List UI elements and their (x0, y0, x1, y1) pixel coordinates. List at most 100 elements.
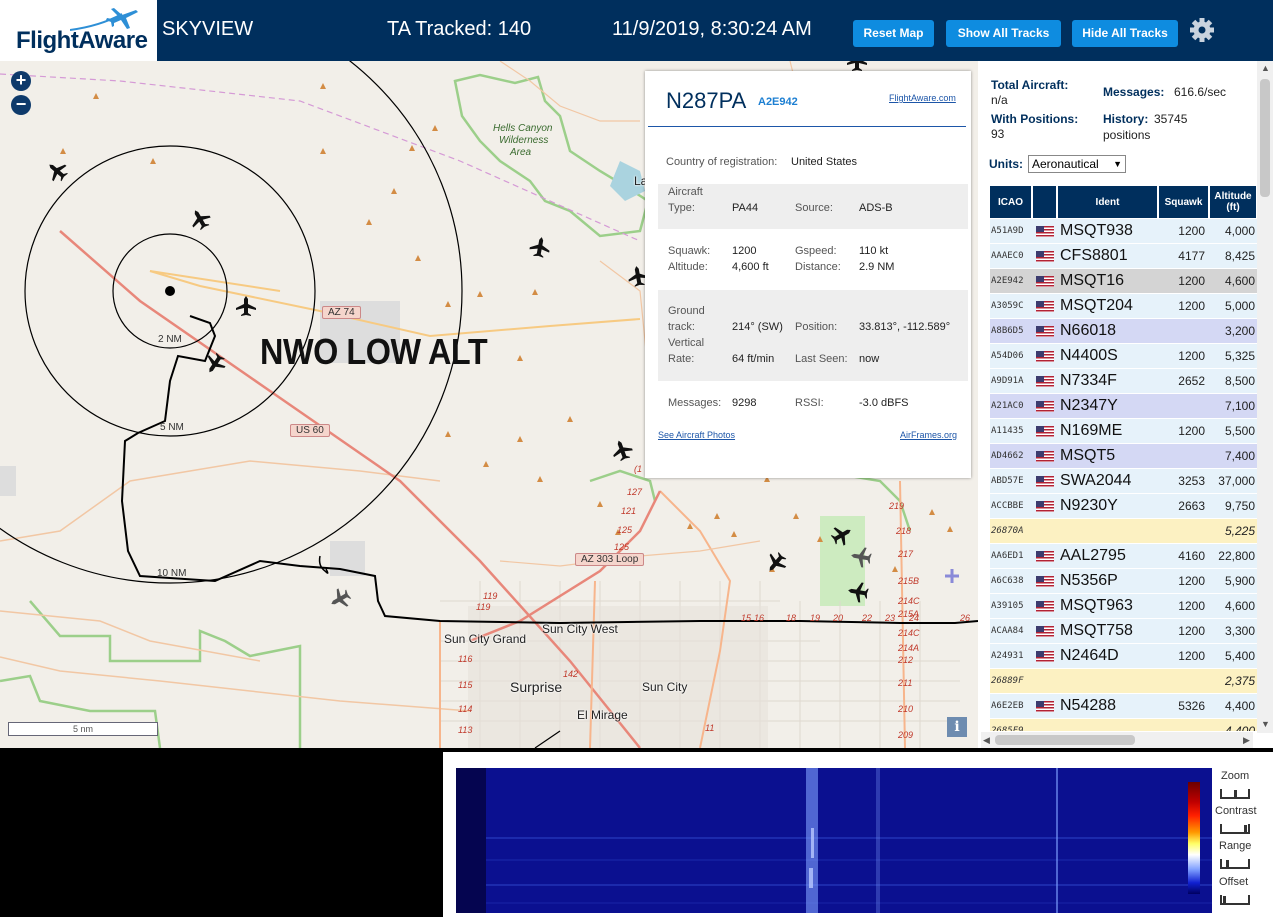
history-count: 35745 (1154, 112, 1188, 126)
airframes-link[interactable]: AirFrames.org (900, 430, 957, 440)
table-row[interactable]: AAAEC0 CFS8801 4177 8,425 (990, 244, 1257, 269)
table-row[interactable]: 26870A 5,225 (990, 519, 1257, 544)
zoom-in-icon[interactable]: + (11, 71, 31, 91)
scroll-thumb[interactable] (995, 735, 1135, 745)
reset-map-button[interactable]: Reset Map (853, 20, 934, 47)
table-row[interactable]: AD4662 MSQT5 7,400 (990, 444, 1257, 469)
contrast-slider-knob[interactable] (1244, 825, 1247, 834)
table-row[interactable]: A21AC0 N2347Y 7,100 (990, 394, 1257, 419)
horizontal-scrollbar[interactable]: ◀ ▶ (981, 732, 1253, 748)
cell-squawk (1158, 319, 1209, 343)
cell-ident: N66018 (1060, 322, 1117, 339)
distance-label: Distance: (795, 261, 841, 273)
table-row[interactable]: A6E2EB N54288 5326 4,400 (990, 694, 1257, 719)
table-row[interactable]: A24931 N2464D 1200 5,400 (990, 644, 1257, 669)
cell-altitude: 2,375 (1224, 674, 1255, 688)
column-header-ident[interactable]: Ident (1058, 186, 1158, 218)
column-header-altitude[interactable]: Altitude (ft) (1210, 186, 1257, 218)
scroll-up-icon[interactable]: ▲ (1261, 63, 1270, 73)
cell-ident (1058, 669, 1158, 693)
position-value: 33.813°, -112.589° (859, 321, 951, 333)
cell-ident: N54288 (1060, 697, 1117, 714)
route-number: 125 (614, 542, 630, 552)
offset-slider-knob[interactable] (1223, 896, 1226, 905)
cell-ident: N169ME (1060, 422, 1123, 439)
show-all-tracks-button[interactable]: Show All Tracks (946, 20, 1061, 47)
column-header-icao[interactable]: ICAO (990, 186, 1032, 218)
hide-all-tracks-button[interactable]: Hide All Tracks (1072, 20, 1178, 47)
popup-callsign: N287PA (666, 88, 747, 113)
distance-value: 2.9 NM (859, 261, 895, 273)
messages-rate-value: 616.6/sec (1174, 85, 1227, 99)
table-row[interactable]: ABD57E SWA2044 3253 37,000 (990, 469, 1257, 494)
table-row[interactable]: A3059C MSQT204 1200 5,000 (990, 294, 1257, 319)
vertical-scrollbar[interactable]: ▲ ▼ (1257, 61, 1273, 733)
cell-altitude: 8,425 (1224, 249, 1255, 263)
cell-squawk: 1200 (1178, 599, 1205, 613)
table-row[interactable]: A51A9D MSQT938 1200 4,000 (990, 219, 1257, 244)
area-label-line2: Wilderness (499, 135, 549, 146)
source-value: ADS-B (859, 202, 893, 214)
zoom-slider-knob[interactable] (1234, 790, 1237, 799)
us-flag-icon (1036, 476, 1054, 487)
zoom-slider[interactable] (1220, 787, 1250, 799)
us-flag-icon (1036, 351, 1054, 362)
vrate-value: 64 ft/min (732, 353, 775, 365)
cell-flag (1034, 269, 1056, 293)
cell-flag (1034, 644, 1056, 668)
table-row[interactable]: A8B6D5 N66018 3,200 (990, 319, 1257, 344)
table-row[interactable]: ACCBBE N9230Y 2663 9,750 (990, 494, 1257, 519)
cell-squawk: 1200 (1178, 424, 1205, 438)
flightaware-link[interactable]: FlightAware.com (889, 93, 956, 103)
table-row[interactable]: 2685F9 4,400 (990, 719, 1257, 731)
cell-squawk: 2652 (1178, 374, 1205, 388)
cell-squawk: 1200 (1178, 274, 1205, 288)
cell-flag (1034, 519, 1056, 543)
range-slider-knob[interactable] (1226, 860, 1229, 869)
flightaware-logo[interactable]: FlightAware (0, 0, 157, 61)
table-row[interactable]: A54D06 N4400S 1200 5,325 (990, 344, 1257, 369)
gear-icon[interactable] (1188, 16, 1216, 44)
cell-flag (1034, 219, 1056, 243)
table-row[interactable]: ACAA84 MSQT758 1200 3,300 (990, 619, 1257, 644)
units-select[interactable]: Aeronautical ▼ (1028, 155, 1126, 173)
cell-icao: ACCBBE (991, 501, 1024, 511)
scroll-thumb[interactable] (1260, 79, 1270, 197)
info-icon[interactable]: i (947, 717, 967, 737)
messages-label: Messages: (668, 397, 722, 409)
scroll-down-icon[interactable]: ▼ (1261, 719, 1270, 729)
altitude-label: Altitude: (668, 261, 708, 273)
city-sun-city-grand: Sun City Grand (444, 632, 527, 646)
messages-value: 9298 (732, 397, 757, 409)
table-row[interactable]: A39105 MSQT963 1200 4,600 (990, 594, 1257, 619)
us-flag-icon (1036, 326, 1054, 337)
scroll-right-icon[interactable]: ▶ (1243, 735, 1250, 746)
route-number: 210 (898, 704, 914, 714)
cell-squawk: 1200 (1178, 624, 1205, 638)
table-row[interactable]: A11435 N169ME 1200 5,500 (990, 419, 1257, 444)
aircraft-sidebar: Total Aircraft: n/a With Positions: 93 M… (978, 61, 1273, 748)
table-row[interactable]: AA6ED1 AAL2795 4160 22,800 (990, 544, 1257, 569)
range-slider[interactable] (1220, 857, 1250, 869)
table-row[interactable]: A6C638 N5356P 1200 5,900 (990, 569, 1257, 594)
cell-altitude: 8,500 (1224, 374, 1255, 388)
column-header-flag[interactable] (1033, 186, 1057, 218)
table-row[interactable]: A9D91A N7334F 2652 8,500 (990, 369, 1257, 394)
skyview-app: FlightAware SKYVIEW TA Tracked: 140 11/9… (0, 0, 1273, 917)
aircraft-photos-link[interactable]: See Aircraft Photos (658, 430, 735, 440)
table-row[interactable]: A2E942 MSQT16 1200 4,600 (990, 269, 1257, 294)
table-row[interactable]: 26889F 2,375 (990, 669, 1257, 694)
contrast-slider[interactable] (1220, 822, 1250, 834)
offset-slider[interactable] (1220, 893, 1250, 905)
cell-altitude: 4,600 (1224, 274, 1255, 288)
popup-divider (648, 126, 966, 127)
zoom-out-icon[interactable]: − (11, 95, 31, 115)
scroll-left-icon[interactable]: ◀ (983, 735, 990, 746)
cell-flag (1034, 394, 1056, 418)
map-overlay-label: NWO LOW ALT (260, 331, 488, 372)
column-header-squawk[interactable]: Squawk (1159, 186, 1209, 218)
route-number: 16 (754, 613, 765, 623)
last-seen-value: now (859, 353, 880, 365)
us-flag-icon (1036, 651, 1054, 662)
color-scale-bar (1188, 782, 1200, 894)
